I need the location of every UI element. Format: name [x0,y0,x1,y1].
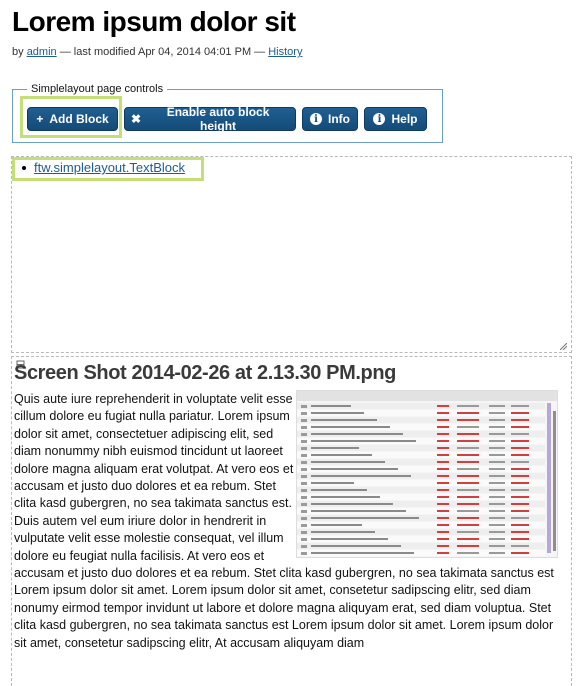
plus-icon: + [36,112,44,126]
auto-height-label: Enable auto block height [166,105,270,133]
textblock-link[interactable]: ftw.simplelayout.TextBlock [34,160,185,175]
help-info-icon: i [373,113,386,125]
help-button[interactable]: i Help [364,107,427,131]
add-block-label: Add Block [49,112,109,126]
text-block-area[interactable] [11,156,572,353]
byline: by admin — last modified Apr 04, 2014 04… [12,46,302,58]
help-label: Help [391,112,418,126]
image-title: Screen Shot 2014-02-26 at 2.13.30 PM.png [14,362,396,384]
info-button[interactable]: i Info [302,107,358,131]
list-item: ftw.simplelayout.TextBlock [22,160,185,175]
info-icon: i [310,113,322,125]
add-block-button[interactable]: + Add Block [27,107,118,131]
author-link[interactable]: admin [27,46,57,58]
page-title: Lorem ipsum dolor sit [12,6,296,37]
history-link[interactable]: History [268,46,302,58]
auto-block-height-button[interactable]: ✖ Enable auto block height [124,105,296,133]
close-icon: ✖ [131,112,142,126]
image-description: Quis aute iure reprehenderit in voluptat… [14,391,566,652]
resize-handle-icon[interactable] [560,343,567,350]
block-type-list: ftw.simplelayout.TextBlock [22,160,185,175]
byline-modified: — last modified Apr 04, 2014 04:01 PM — [59,46,266,58]
bullet-icon [22,165,26,170]
controls-legend: Simplelayout page controls [31,83,164,95]
info-label: Info [328,112,350,126]
byline-by: by [12,46,24,58]
